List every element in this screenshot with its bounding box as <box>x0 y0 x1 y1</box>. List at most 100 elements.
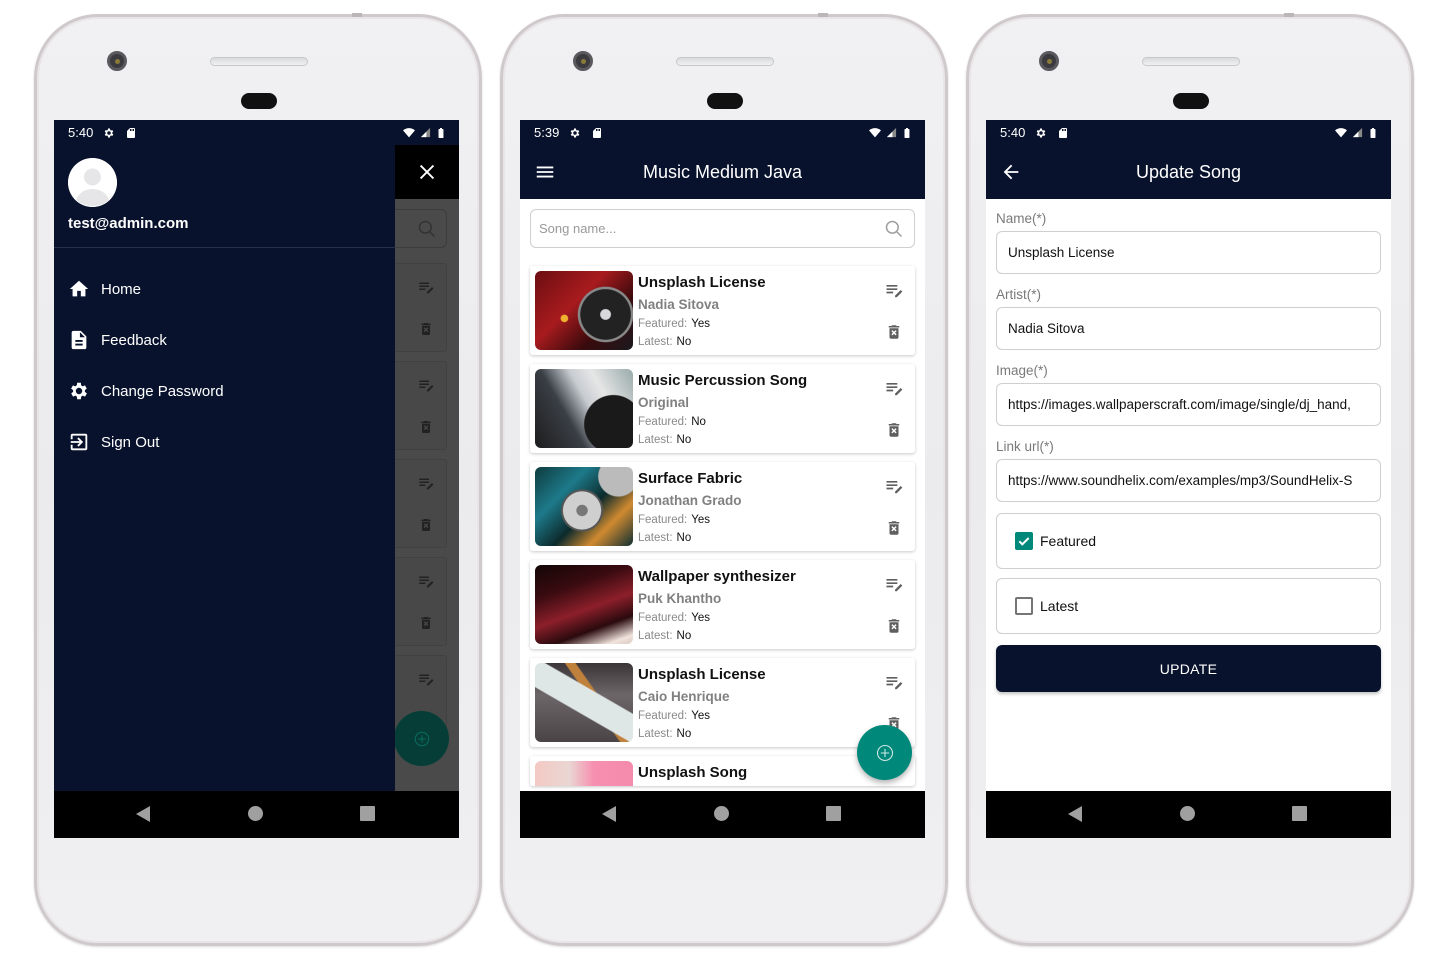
sign-out-icon <box>68 431 90 453</box>
battery-icon <box>901 126 913 140</box>
drawer-item-label: Sign Out <box>101 433 160 451</box>
featured-row: Featured: Yes <box>638 612 710 624</box>
status-bar: 5:40 <box>54 120 459 145</box>
wifi-icon <box>402 126 416 139</box>
update-button[interactable]: UPDATE <box>996 645 1381 692</box>
song-artist: Jonathan Grado <box>638 493 742 508</box>
song-thumbnail <box>535 663 633 742</box>
cell-signal-icon <box>886 127 897 138</box>
featured-row: Featured: Yes <box>638 318 710 330</box>
nav-home-icon[interactable] <box>1180 806 1195 821</box>
drawer-item-sign-out[interactable]: Sign Out <box>68 429 159 455</box>
drawer-item-home[interactable]: Home <box>68 276 141 302</box>
latest-label: Latest: <box>638 630 673 642</box>
latest-label: Latest: <box>638 434 673 446</box>
app-bar: Music Medium Java <box>520 145 925 199</box>
nav-back-icon[interactable] <box>602 806 616 822</box>
song-card[interactable]: Wallpaper synthesizer Puk Khantho Featur… <box>530 560 915 649</box>
edit-icon[interactable] <box>883 378 905 398</box>
settings-status-icon <box>1035 127 1047 139</box>
latest-value: No <box>676 532 692 544</box>
cell-signal-icon <box>1352 127 1363 138</box>
nav-home-icon[interactable] <box>714 806 729 821</box>
song-card[interactable]: Music Percussion Song Original Featured:… <box>530 364 915 453</box>
edit-icon[interactable] <box>883 672 905 692</box>
page-title: Update Song <box>1135 161 1242 182</box>
edit-icon <box>416 572 436 590</box>
battery-icon <box>435 126 447 140</box>
user-avatar <box>68 158 117 207</box>
featured-row: Featured: No <box>638 416 706 428</box>
featured-checkbox[interactable] <box>1015 532 1033 550</box>
song-card[interactable]: Surface Fabric Jonathan Grado Featured: Y… <box>530 462 915 551</box>
dimmed-song-card <box>395 557 447 646</box>
home-icon <box>68 278 90 300</box>
drawer-scrim[interactable] <box>395 145 459 791</box>
drawer-item-feedback[interactable]: Feedback <box>68 327 167 353</box>
close-drawer-area <box>395 145 459 199</box>
delete-icon[interactable] <box>885 615 903 637</box>
latest-checkbox[interactable] <box>1015 597 1033 615</box>
featured-row: Featured: Yes <box>638 514 710 526</box>
song-artist: Original <box>638 395 690 410</box>
dimmed-song-card <box>395 263 447 352</box>
status-time: 5:39 <box>534 125 560 140</box>
edit-icon[interactable] <box>883 280 905 300</box>
latest-option[interactable]: Latest <box>996 578 1381 634</box>
song-search-input[interactable] <box>531 210 861 247</box>
nav-back-icon[interactable] <box>136 806 150 822</box>
image-url-field[interactable]: https://images.wallpaperscraft.com/image… <box>996 383 1381 426</box>
song-card[interactable]: Unsplash License Nadia Sitova Featured: Y… <box>530 266 915 355</box>
edit-icon[interactable] <box>883 574 905 594</box>
search-icon[interactable] <box>884 219 904 239</box>
search-icon <box>417 219 437 239</box>
proximity-sensor <box>707 93 743 109</box>
drawer-item-change-password[interactable]: Change Password <box>68 378 224 404</box>
song-list: Unsplash License Nadia Sitova Featured: Y… <box>530 266 915 795</box>
latest-value: No <box>676 434 692 446</box>
add-circle-icon <box>875 743 895 763</box>
delete-icon[interactable] <box>885 517 903 539</box>
featured-option[interactable]: Featured <box>996 513 1381 569</box>
name-field[interactable]: Unsplash License <box>996 231 1381 274</box>
add-song-fab[interactable] <box>857 725 912 780</box>
update-song-form: Name(*) Unsplash License Artist(*) Nadia… <box>996 209 1381 692</box>
song-card[interactable]: Unsplash License Caio Henrique Featured:… <box>530 658 915 747</box>
close-icon[interactable] <box>416 161 438 183</box>
nav-recents-icon[interactable] <box>826 806 841 821</box>
delete-icon[interactable] <box>885 321 903 343</box>
system-nav-bar <box>54 791 459 838</box>
front-camera <box>107 51 127 71</box>
hamburger-menu-icon[interactable] <box>534 161 556 183</box>
song-thumbnail <box>535 369 633 448</box>
proximity-sensor <box>1173 93 1209 109</box>
latest-label: Latest: <box>638 336 673 348</box>
latest-row: Latest: No <box>638 336 691 348</box>
nav-back-icon[interactable] <box>1068 806 1082 822</box>
latest-value: No <box>676 728 692 740</box>
song-title: Surface Fabric <box>638 470 743 487</box>
featured-row: Featured: Yes <box>638 710 710 722</box>
settings-status-icon <box>103 127 115 139</box>
edit-icon[interactable] <box>883 476 905 496</box>
edit-icon <box>416 670 436 688</box>
delete-icon[interactable] <box>885 419 903 441</box>
dimmed-song-card <box>395 361 447 450</box>
status-bar: 5:39 <box>520 120 925 145</box>
sd-card-icon <box>125 127 137 139</box>
artist-field[interactable]: Nadia Sitova <box>996 307 1381 350</box>
wifi-icon <box>1334 126 1348 139</box>
back-arrow-icon[interactable] <box>1000 161 1022 183</box>
earpiece-speaker <box>676 57 774 66</box>
proximity-sensor <box>241 93 277 109</box>
nav-recents-icon[interactable] <box>1292 806 1307 821</box>
system-nav-bar <box>520 791 925 838</box>
link-url-field[interactable]: https://www.soundhelix.com/examples/mp3/… <box>996 459 1381 502</box>
app-bar: Update Song <box>986 145 1391 199</box>
nav-home-icon[interactable] <box>248 806 263 821</box>
drawer-item-label: Feedback <box>101 331 167 349</box>
sd-card-icon <box>591 127 603 139</box>
song-title: Wallpaper synthesizer <box>638 568 796 585</box>
nav-recents-icon[interactable] <box>360 806 375 821</box>
featured-label: Featured: <box>638 318 688 330</box>
